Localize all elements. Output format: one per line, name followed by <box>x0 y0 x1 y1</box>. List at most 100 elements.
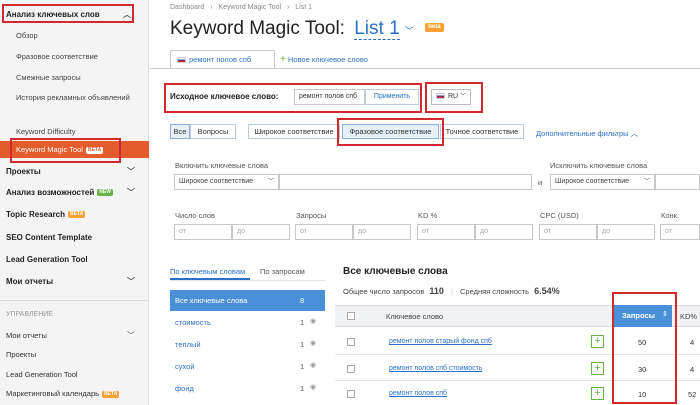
column-keyword[interactable]: Ключевое слово <box>386 312 443 321</box>
breadcrumb-separator: › <box>210 4 213 11</box>
sidebar-item-label: Topic Research <box>6 210 65 219</box>
group-item[interactable]: фонд 1 ◉ <box>170 379 325 399</box>
keyword-link[interactable]: ремонт полов спб стоимость <box>389 365 483 372</box>
avg-difficulty-label: Средняя сложность <box>459 287 530 296</box>
sidebar-item-projects[interactable]: Проекты ﹀ <box>0 166 149 178</box>
eye-icon[interactable]: ◉ <box>310 361 316 369</box>
group-item-all[interactable]: Все ключевые слова 8 <box>170 290 325 311</box>
tab-active-keyword[interactable]: ремонт полов спб <box>170 50 275 68</box>
exclude-label: Исключить ключевые слова <box>550 161 648 170</box>
chevron-down-icon: ﹀ <box>127 331 135 340</box>
breadcrumb-separator: › <box>286 4 290 11</box>
sidebar-item-phrase-match[interactable]: Фразовое соответствие <box>0 51 149 63</box>
match-exact-button[interactable]: Точное соответствие <box>440 124 524 139</box>
total-volume-label: Общее число запросов <box>343 287 425 296</box>
group-item-count: 8 <box>300 296 305 305</box>
group-item-label: стоимость <box>175 318 211 327</box>
sidebar-item-related[interactable]: Смежные запросы <box>0 72 149 84</box>
add-to-list-button[interactable]: + <box>591 335 604 348</box>
sidebar-item-label: Мои отчеты <box>6 331 47 340</box>
sidebar-item-m-lead[interactable]: Lead Generation Tool <box>0 369 149 381</box>
sidebar-item-lead-generation[interactable]: Lead Generation Tool <box>0 254 149 266</box>
kd-value: 4 <box>690 365 695 374</box>
row-checkbox[interactable] <box>347 338 355 346</box>
chevron-down-icon[interactable]: ﹀ <box>405 26 414 36</box>
tab-label: ремонт полов спб <box>189 55 252 64</box>
highlight-box-volume <box>612 292 677 404</box>
tab-divider <box>150 68 700 69</box>
group-item-label: Все ключевые слова <box>175 296 248 305</box>
select-all-checkbox[interactable] <box>347 312 355 320</box>
group-item-count: 1 <box>300 340 305 349</box>
eye-icon[interactable]: ◉ <box>310 383 316 391</box>
row-checkbox[interactable] <box>347 365 355 373</box>
groups-tab-by-volume[interactable]: По запросам <box>260 267 305 276</box>
chevron-down-icon: ﹀ <box>127 277 135 286</box>
sidebar-item-seo-template[interactable]: SEO Content Template <box>0 232 149 244</box>
cpc-label: CPC (USD) <box>540 211 579 220</box>
group-item-count: 1 <box>300 384 305 393</box>
cpc-to[interactable]: до <box>597 224 655 240</box>
include-label: Включить ключевые слова <box>175 161 269 170</box>
main-content: Dashboard › Keyword Magic Tool › List 1 … <box>150 0 700 405</box>
advanced-filters-link[interactable]: Дополнительные фильтры ︿ <box>536 128 638 139</box>
chevron-down-icon: ﹀ <box>127 167 135 176</box>
sidebar-item-topic-research[interactable]: Topic Research BETA <box>0 209 149 221</box>
word-count-from[interactable]: от <box>174 224 232 240</box>
word-count-to[interactable]: до <box>232 224 290 240</box>
exclude-match-select[interactable]: Широкое соответствие ﹀ <box>550 174 655 190</box>
and-label: и <box>538 178 543 187</box>
group-item[interactable]: сухой 1 ◉ <box>170 357 325 377</box>
groups-divider <box>170 280 325 281</box>
kd-from[interactable]: от <box>417 224 475 240</box>
breadcrumb-dashboard[interactable]: Dashboard <box>170 4 204 11</box>
match-all-button[interactable]: Все <box>170 124 190 139</box>
breadcrumb-tool[interactable]: Keyword Magic Tool <box>219 4 282 11</box>
highlight-box-phrase <box>337 118 444 146</box>
sidebar-item-keyword-difficulty[interactable]: Keyword Difficulty <box>0 126 149 138</box>
total-volume-value: 110 <box>429 286 444 296</box>
cpc-from[interactable]: от <box>539 224 597 240</box>
exclude-select-label: Широкое соответствие <box>555 178 630 185</box>
sidebar-item-ads-history[interactable]: История рекламных объявлений <box>0 92 149 104</box>
add-to-list-button[interactable]: + <box>591 362 604 375</box>
kd-to[interactable]: до <box>475 224 533 240</box>
groups-tab-by-keywords[interactable]: По ключевым словам <box>170 267 245 276</box>
tab-new-keyword[interactable]: + Новое ключевое слово <box>280 54 368 65</box>
chevron-down-icon: ﹀ <box>643 179 650 185</box>
word-count-label: Число слов <box>175 211 216 220</box>
keyword-link[interactable]: ремонт полов старый фонд спб <box>389 338 492 345</box>
column-kd[interactable]: KD% <box>680 312 697 321</box>
beta-badge: BETA <box>67 211 86 219</box>
avg-difficulty-value: 6.54% <box>534 286 560 296</box>
group-item[interactable]: стоимость 1 ◉ <box>170 313 325 333</box>
add-to-list-button[interactable]: + <box>591 387 604 400</box>
volume-to[interactable]: до <box>353 224 411 240</box>
group-item[interactable]: теплый 1 ◉ <box>170 335 325 355</box>
group-item-label: теплый <box>175 340 201 349</box>
sidebar-item-m-calendar[interactable]: Маркетинговый календарь BETA <box>0 388 149 400</box>
highlight-box-db <box>425 82 483 113</box>
keyword-link[interactable]: ремонт полов спб <box>389 390 447 397</box>
match-questions-button[interactable]: Вопросы <box>190 124 236 139</box>
sidebar-item-my-reports[interactable]: Мои отчеты ﹀ <box>0 276 149 288</box>
row-checkbox[interactable] <box>347 390 355 398</box>
sidebar-item-m-projects[interactable]: Проекты <box>0 349 149 361</box>
sidebar-item-overview[interactable]: Обзор <box>0 30 149 42</box>
list-selector[interactable]: List 1 <box>354 18 400 40</box>
sidebar-management-header: УПРАВЛЕНИЕ <box>6 311 53 318</box>
competition-from[interactable]: от <box>660 224 700 240</box>
match-broad-button[interactable]: Широкое соответствие <box>248 124 340 139</box>
group-item-count: 1 <box>300 362 305 371</box>
eye-icon[interactable]: ◉ <box>310 339 316 347</box>
volume-label: Запросы <box>296 211 327 220</box>
sidebar: Анализ ключевых слов ︿ Обзор Фразовое соо… <box>0 0 149 405</box>
volume-from[interactable]: от <box>295 224 353 240</box>
include-match-select[interactable]: Широкое соответствие ﹀ <box>174 174 279 190</box>
include-keywords-input[interactable] <box>279 174 532 190</box>
eye-icon[interactable]: ◉ <box>310 317 316 325</box>
group-item-label: фонд <box>175 384 194 393</box>
sidebar-item-m-reports[interactable]: Мои отчеты ﹀ <box>0 330 149 342</box>
exclude-keywords-input[interactable] <box>655 174 700 190</box>
sidebar-item-competitors[interactable]: Анализ возможностей NEW ﹀ <box>0 187 149 199</box>
